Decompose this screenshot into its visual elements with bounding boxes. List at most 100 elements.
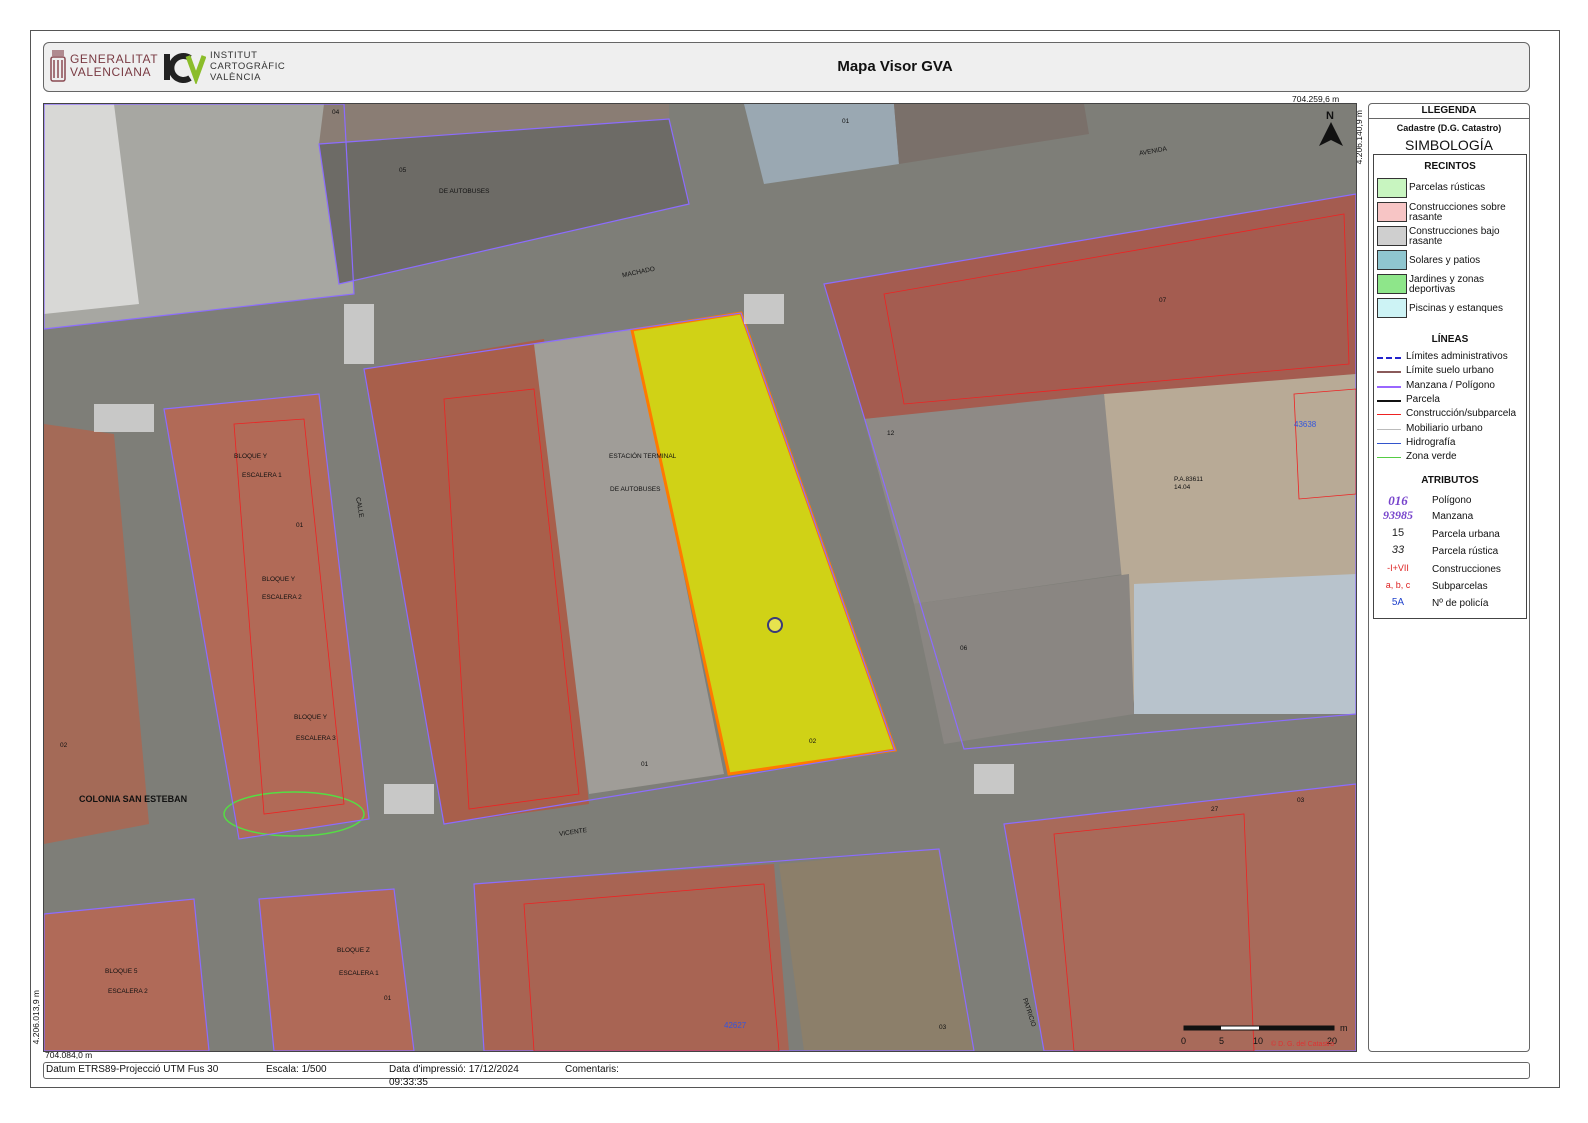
place-label: 14.04 xyxy=(1174,484,1191,491)
place-label: BLOQUE Y xyxy=(234,453,268,460)
parcel-label: 01 xyxy=(641,761,649,768)
north-label: N xyxy=(1326,110,1334,122)
swatch-parcelas-rusticas xyxy=(1377,178,1407,198)
map-view[interactable]: N DE AUTOBUSES 05 04 01 AVENIDA MACHADO … xyxy=(43,103,1357,1052)
parcel-label: 06 xyxy=(960,645,968,652)
legend-label: Construcción/subparcela xyxy=(1406,408,1517,419)
line-mobiliario xyxy=(1377,429,1401,430)
page-title: Mapa Visor GVA xyxy=(837,58,953,75)
block-label: 42627 xyxy=(724,1021,747,1030)
legend-label: Parcela urbana xyxy=(1432,529,1500,540)
footer-data: Data d'impressió: 17/12/2024 xyxy=(389,1064,519,1075)
legend-recintos-title: RECINTOS xyxy=(1424,161,1476,172)
residential-block-bloque-5 xyxy=(44,899,209,1051)
legend-label: Parcela xyxy=(1406,394,1440,405)
icv-logo-line3: VALÈNCIA xyxy=(210,72,262,83)
legend-atributos-title: ATRIBUTOS xyxy=(1421,475,1479,486)
scale-bar xyxy=(1183,1025,1335,1031)
footer-datum: Datum ETRS89-Projecció UTM Fus 30 xyxy=(46,1064,219,1075)
place-label-colonia: COLONIA SAN ESTEBAN xyxy=(79,794,188,804)
block-label: 43638 xyxy=(1294,420,1317,429)
icv-mark-icon xyxy=(164,53,206,84)
attr-symbol: 016 xyxy=(1388,493,1408,508)
place-label: ESCALERA 2 xyxy=(108,988,148,995)
parcel-label: 12 xyxy=(887,430,895,437)
legend-label: Construcciones xyxy=(1432,564,1501,575)
residential-block-bloque-z xyxy=(259,889,414,1051)
legend-label: Piscinas y estanques xyxy=(1409,303,1503,314)
swatch-piscinas xyxy=(1377,298,1407,318)
place-label-estacion: ESTACIÓN TERMINAL xyxy=(609,453,677,460)
line-zona-verde xyxy=(1377,457,1401,458)
place-label: BLOQUE 5 xyxy=(105,968,138,975)
swatch-construcciones-sobre xyxy=(1377,202,1407,222)
line-parcela xyxy=(1377,400,1401,402)
legend-label: Límite suelo urbano xyxy=(1406,365,1494,376)
legend-label: Parcela rústica xyxy=(1432,546,1499,557)
legend-label: Manzana / Polígono xyxy=(1406,380,1495,391)
scale-tick-10: 10 xyxy=(1253,1036,1264,1046)
place-label: ESCALERA 2 xyxy=(262,594,302,601)
legend-lineas-title: LÍNEAS xyxy=(1431,334,1469,345)
gva-logo-line2: VALENCIANA xyxy=(70,65,152,79)
map-canvas[interactable]: N xyxy=(44,104,1356,1051)
place-label: BLOQUE Z xyxy=(337,947,370,954)
legend-box: RECINTOS Parcelas rústicas Construccione… xyxy=(1373,154,1527,619)
legend-label: Manzana xyxy=(1432,511,1474,522)
legend-label: Parcelas rústicas xyxy=(1409,182,1486,193)
legend-panel: LLEGENDA Cadastre (D.G. Catastro) SIMBOL… xyxy=(1368,103,1530,1052)
line-limites-admin xyxy=(1377,357,1401,359)
place-label: BLOQUE Y xyxy=(294,714,328,721)
swatch-construcciones-bajo xyxy=(1377,226,1407,246)
grey-roof-warehouse xyxy=(1134,574,1356,714)
legend-title: LLEGENDA xyxy=(1369,104,1529,119)
parcel-label: 07 xyxy=(1159,297,1167,304)
place-label-autobuses: DE AUTOBUSES xyxy=(610,486,661,493)
legend-subtitle: Cadastre (D.G. Catastro) xyxy=(1396,123,1502,133)
footer-hora: 09:33:35 xyxy=(389,1077,428,1088)
attr-symbol: -I+VII xyxy=(1387,563,1409,573)
icv-logo-line1: INSTITUT xyxy=(210,50,258,61)
place-label: ESCALERA 1 xyxy=(242,472,282,479)
line-hidrografia xyxy=(1377,443,1401,444)
scale-unit: m xyxy=(1340,1023,1348,1033)
attr-symbol: 5A xyxy=(1391,597,1405,608)
parcel-label: 05 xyxy=(399,167,407,174)
footer-bar: Datum ETRS89-Projecció UTM Fus 30 Escala… xyxy=(43,1062,1530,1088)
gva-seal-icon xyxy=(50,50,66,82)
attr-symbol: 15 xyxy=(1391,527,1405,539)
legend-label: Hidrografía xyxy=(1406,437,1456,448)
parcel-label: 03 xyxy=(1297,797,1305,804)
place-label: BLOQUE Y xyxy=(262,576,296,583)
legend-label: Polígono xyxy=(1432,495,1472,506)
scale-tick-0: 0 xyxy=(1181,1036,1187,1046)
parcel-location-marker[interactable] xyxy=(767,617,783,633)
place-label: ESCALERA 3 xyxy=(296,735,336,742)
place-label: DE AUTOBUSES xyxy=(439,188,490,195)
line-manzana xyxy=(1377,386,1401,388)
legend-label: Solares y patios xyxy=(1409,255,1481,266)
swatch-solares xyxy=(1377,250,1407,270)
line-construccion xyxy=(1377,414,1401,415)
scale-tick-5: 5 xyxy=(1219,1036,1225,1046)
icv-logo: INSTITUT CARTOGRÀFIC VALÈNCIA xyxy=(162,46,286,88)
attr-symbol: 33 xyxy=(1391,544,1405,556)
legend-simbologia: SIMBOLOGÍA xyxy=(1405,137,1493,153)
parcel-label: 02 xyxy=(60,742,68,749)
line-limite-suelo xyxy=(1377,371,1401,373)
footer-comentaris: Comentaris: xyxy=(565,1064,619,1075)
icv-logo-line2: CARTOGRÀFIC xyxy=(210,61,286,72)
gva-logo: GENERALITAT VALENCIANA xyxy=(48,46,158,88)
legend-label: Zona verde xyxy=(1406,451,1457,462)
place-label: P.A.83611 xyxy=(1174,476,1204,483)
legend-label: Construcciones bajo rasante xyxy=(1409,226,1500,247)
copyright-label: © D. G. del Catastro xyxy=(1271,1041,1335,1048)
parcel-label: 03 xyxy=(939,1024,947,1031)
parcel-label: 27 xyxy=(1211,806,1219,813)
legend-label: Construcciones sobre rasante xyxy=(1409,202,1506,223)
legend-label: Mobiliario urbano xyxy=(1406,423,1483,434)
parcel-label: 02 xyxy=(809,738,817,745)
parcel-label: 01 xyxy=(384,995,392,1002)
attr-symbol: 93985 xyxy=(1383,508,1413,522)
swatch-jardines xyxy=(1377,274,1407,294)
